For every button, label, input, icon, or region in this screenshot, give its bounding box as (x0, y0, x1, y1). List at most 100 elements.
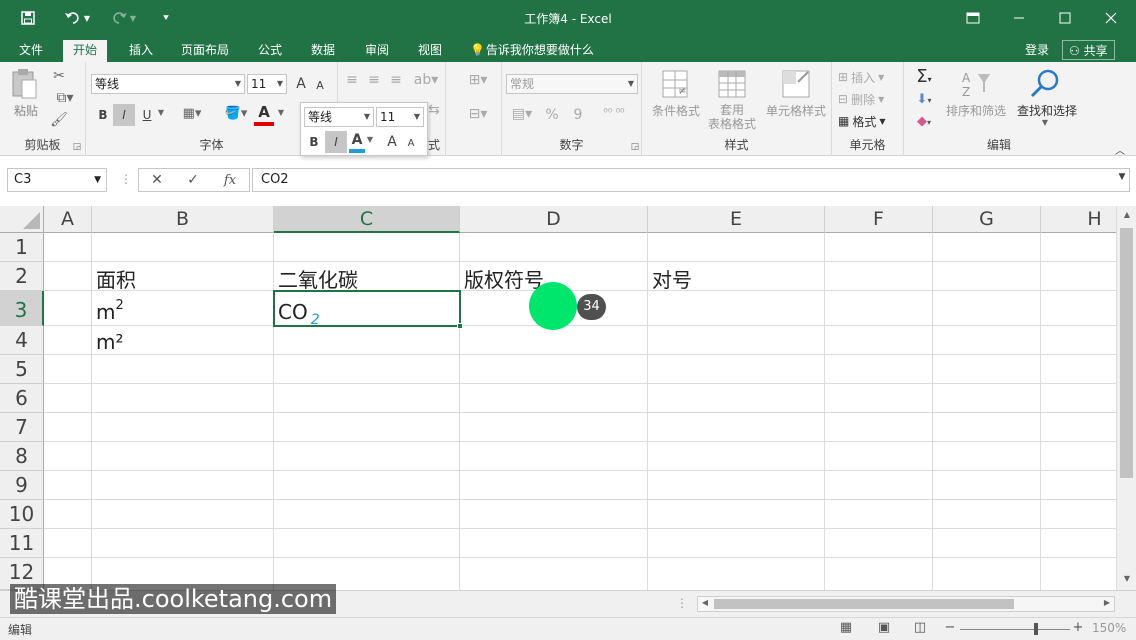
format-table-line2[interactable]: 表格格式 (700, 116, 764, 131)
sort-filter-button[interactable]: 排序和筛选 (942, 102, 1010, 118)
share-button[interactable]: ⚇ 共享 (1062, 40, 1115, 60)
format-as-table-icon[interactable] (716, 68, 748, 100)
column-header-h[interactable]: H (1041, 206, 1116, 233)
scroll-right-icon[interactable]: ▶ (1102, 598, 1112, 607)
column-header-c[interactable]: C (274, 206, 460, 233)
accounting-icon[interactable]: ▤▾ (508, 106, 536, 122)
tab-file[interactable]: 文件 (9, 40, 53, 62)
borders-icon[interactable]: ▦▾ (178, 106, 206, 121)
horizontal-scrollbar[interactable]: ◀ ▶ (697, 596, 1115, 612)
find-select-button[interactable]: 查找和选择 (1010, 102, 1084, 118)
mini-font-name-select[interactable]: 等线 ▼ (304, 107, 374, 127)
dialog-launcher-icon[interactable]: ◲ (72, 142, 82, 152)
vertical-scroll-thumb[interactable] (1120, 228, 1133, 478)
tell-me-search[interactable]: 💡 告诉我你想要做什么 (470, 40, 594, 60)
row-header-1[interactable]: 1 (0, 233, 44, 262)
format-painter-icon[interactable]: 🖌 (50, 112, 68, 128)
mini-bold-button[interactable]: B (304, 131, 324, 153)
name-box[interactable]: C3 ▼ (7, 168, 107, 192)
column-header-e[interactable]: E (648, 206, 825, 233)
autosum-icon[interactable]: Σ▾ (910, 66, 938, 87)
column-header-f[interactable]: F (825, 206, 933, 233)
sheet-bar-grip-icon[interactable]: ⋮ (676, 596, 688, 610)
page-break-view-icon[interactable]: ◫ (912, 620, 928, 635)
row-header-9[interactable]: 9 (0, 471, 44, 500)
tab-formulas[interactable]: 公式 (248, 40, 292, 62)
row-header-7[interactable]: 7 (0, 413, 44, 442)
close-icon[interactable] (1096, 6, 1126, 30)
vertical-scrollbar[interactable]: ▲ ▼ (1116, 206, 1136, 590)
expand-formula-bar-icon[interactable]: ▼ (1116, 172, 1128, 182)
cell-e2[interactable]: 对号 (648, 264, 692, 293)
maximize-icon[interactable] (1050, 6, 1080, 30)
paste-icon[interactable] (10, 68, 42, 100)
font-size-select[interactable]: 11 ▼ (247, 74, 287, 94)
ribbon-display-options-icon[interactable] (958, 6, 988, 30)
chevron-down-icon[interactable]: ▼ (365, 135, 375, 144)
column-header-g[interactable]: G (933, 206, 1041, 233)
fill-icon[interactable]: ⬇▾ (910, 92, 938, 107)
mini-grow-font-button[interactable]: A (383, 131, 401, 153)
align-middle-icon[interactable]: ≡ (364, 72, 384, 88)
row-header-2[interactable]: 2 (0, 262, 44, 291)
column-header-d[interactable]: D (460, 206, 648, 233)
tab-insert[interactable]: 插入 (119, 40, 163, 62)
row-header-5[interactable]: 5 (0, 355, 44, 384)
number-format-select[interactable]: 常规 ▼ (506, 74, 638, 94)
align-top-icon[interactable]: ≡ (342, 72, 362, 88)
login-link[interactable]: 登录 (1025, 40, 1049, 60)
tab-review[interactable]: 审阅 (355, 40, 399, 62)
font-color-button[interactable]: A (254, 102, 274, 126)
collapse-ribbon-icon[interactable]: ︿ (1112, 142, 1128, 157)
cell-d2[interactable]: 版权符号 (460, 264, 544, 293)
cancel-button[interactable]: ✕ (147, 171, 167, 189)
row-header-8[interactable]: 8 (0, 442, 44, 471)
chevron-down-icon[interactable]: ▼ (276, 108, 286, 117)
comma-button[interactable]: 9 (568, 106, 588, 124)
font-name-select[interactable]: 等线 ▼ (91, 74, 245, 94)
mini-shrink-font-button[interactable]: A (403, 133, 419, 153)
merge-center-icon[interactable]: ⊟▾ (464, 106, 492, 122)
find-select-icon[interactable] (1028, 68, 1060, 100)
scroll-left-icon[interactable]: ◀ (700, 598, 710, 607)
column-header-b[interactable]: B (92, 206, 274, 233)
minimize-icon[interactable] (1004, 6, 1034, 30)
chevron-down-icon[interactable]: ▼ (156, 108, 166, 117)
cell-b4[interactable]: m² (92, 330, 124, 354)
cell-b2[interactable]: 面积 (92, 264, 136, 293)
format-cells-button[interactable]: ▦ 格式 ▼ (838, 112, 900, 130)
zoom-out-icon[interactable]: − (944, 620, 956, 635)
align-bottom-icon[interactable]: ≡ (386, 72, 406, 88)
conditional-format-icon[interactable]: ≠ (660, 68, 692, 100)
merge-icon[interactable]: ⊞▾ (464, 72, 492, 88)
cut-icon[interactable]: ✂ (50, 68, 68, 84)
horizontal-scroll-thumb[interactable] (714, 599, 1014, 609)
zoom-level[interactable]: 150% (1092, 621, 1126, 635)
row-header-6[interactable]: 6 (0, 384, 44, 413)
underline-button[interactable]: U (137, 104, 157, 126)
cell-styles-icon[interactable] (780, 68, 812, 100)
row-header-3[interactable]: 3 (0, 291, 44, 326)
copy-icon[interactable]: ⧉▾ (50, 90, 80, 106)
mini-italic-button[interactable]: I (325, 131, 347, 153)
shrink-font-button[interactable]: A (312, 76, 328, 94)
mini-font-size-select[interactable]: 11 ▼ (376, 107, 424, 127)
fill-color-icon[interactable]: 🪣▾ (222, 106, 250, 121)
insert-cells-button[interactable]: ⊞ 插入 ▼ (838, 68, 900, 86)
tab-page-layout[interactable]: 页面布局 (171, 40, 239, 62)
conditional-format-button[interactable]: 条件格式 (646, 102, 706, 118)
clear-icon[interactable]: ◆▾ (910, 114, 938, 129)
formula-input[interactable]: CO2 (252, 168, 1130, 192)
grow-font-button[interactable]: A (292, 74, 310, 94)
sort-filter-icon[interactable]: AZ (960, 68, 992, 100)
row-header-4[interactable]: 4 (0, 326, 44, 355)
select-all-corner[interactable] (0, 206, 44, 233)
row-header-11[interactable]: 11 (0, 529, 44, 558)
cell-b3[interactable]: m2 (92, 298, 124, 324)
zoom-slider-track[interactable] (960, 629, 1070, 630)
cell-c2[interactable]: 二氧化碳 (274, 264, 358, 293)
row-header-10[interactable]: 10 (0, 500, 44, 529)
insert-function-button[interactable]: fx (219, 171, 241, 189)
delete-cells-button[interactable]: ⊟ 删除 ▼ (838, 90, 900, 108)
percent-button[interactable]: % (542, 106, 562, 124)
